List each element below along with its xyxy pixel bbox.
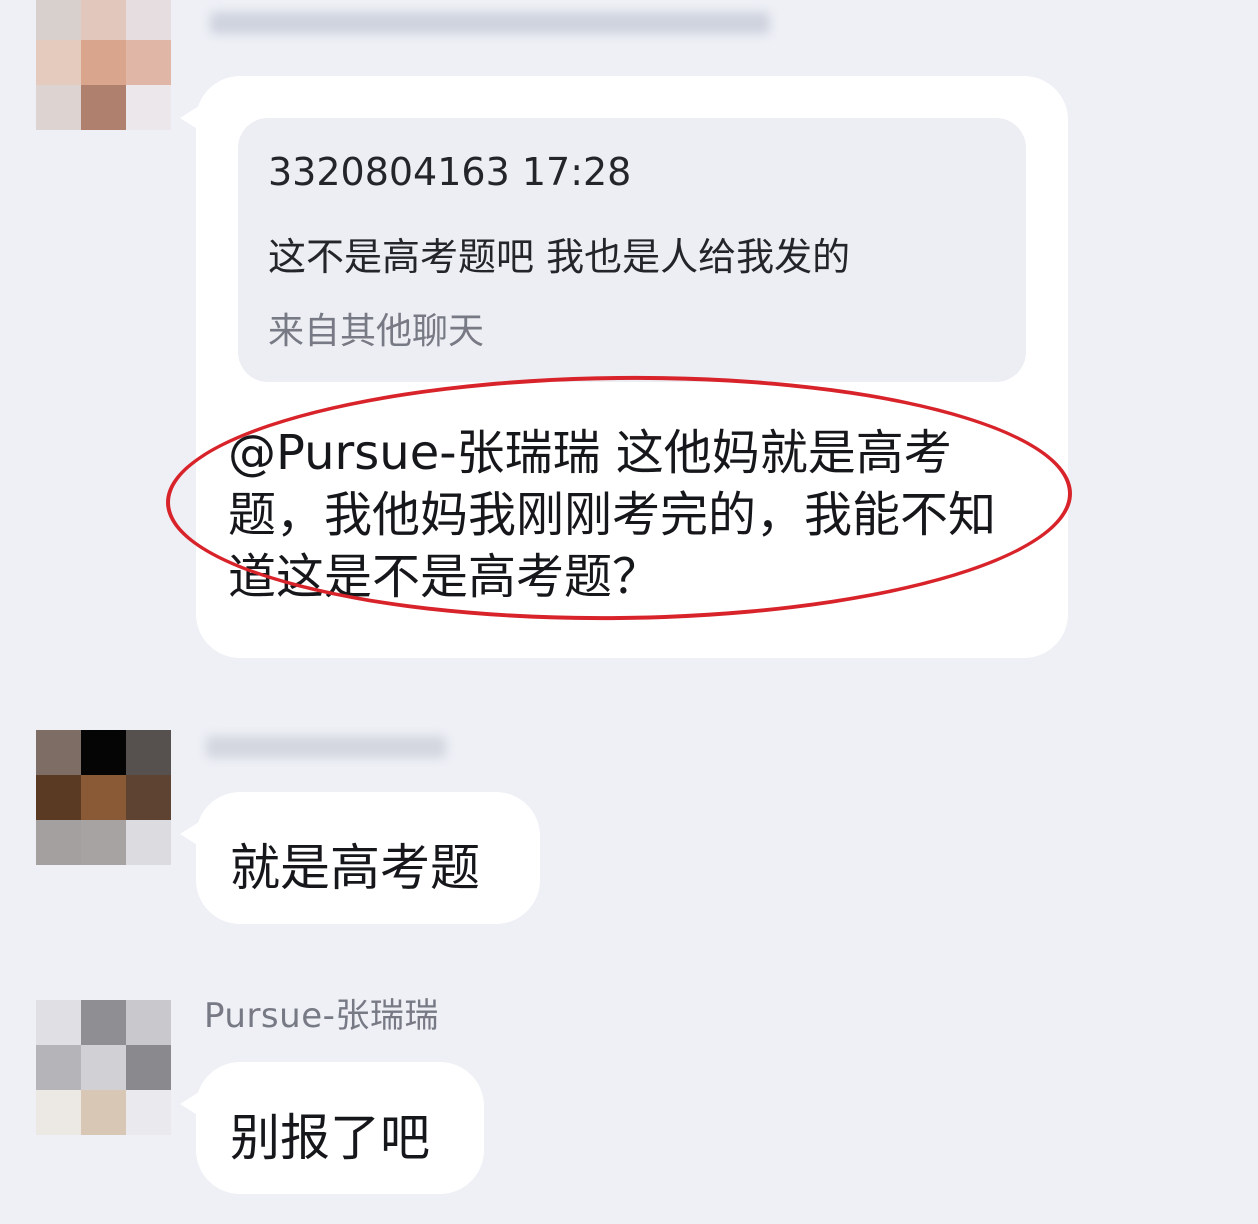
quote-source: 来自其他聊天: [268, 311, 485, 352]
avatar[interactable]: [36, 0, 172, 131]
sender-name-blurred: [206, 736, 446, 758]
quote-sender-time: 3320804163 17:28: [268, 150, 632, 194]
message-text: 别报了吧: [230, 1109, 430, 1167]
sender-name-blurred: [210, 12, 770, 34]
message-text: @Pursue-张瑞瑞 这他妈就是高考题，我他妈我刚刚考完的，我能不知道这是不是…: [228, 425, 997, 605]
message-text: 就是高考题: [230, 839, 480, 897]
avatar[interactable]: [36, 730, 172, 866]
quote-text: 这不是高考题吧 我也是人给我发的: [268, 235, 851, 279]
sender-name: Pursue-张瑞瑞: [204, 996, 439, 1036]
avatar[interactable]: [36, 1000, 172, 1136]
